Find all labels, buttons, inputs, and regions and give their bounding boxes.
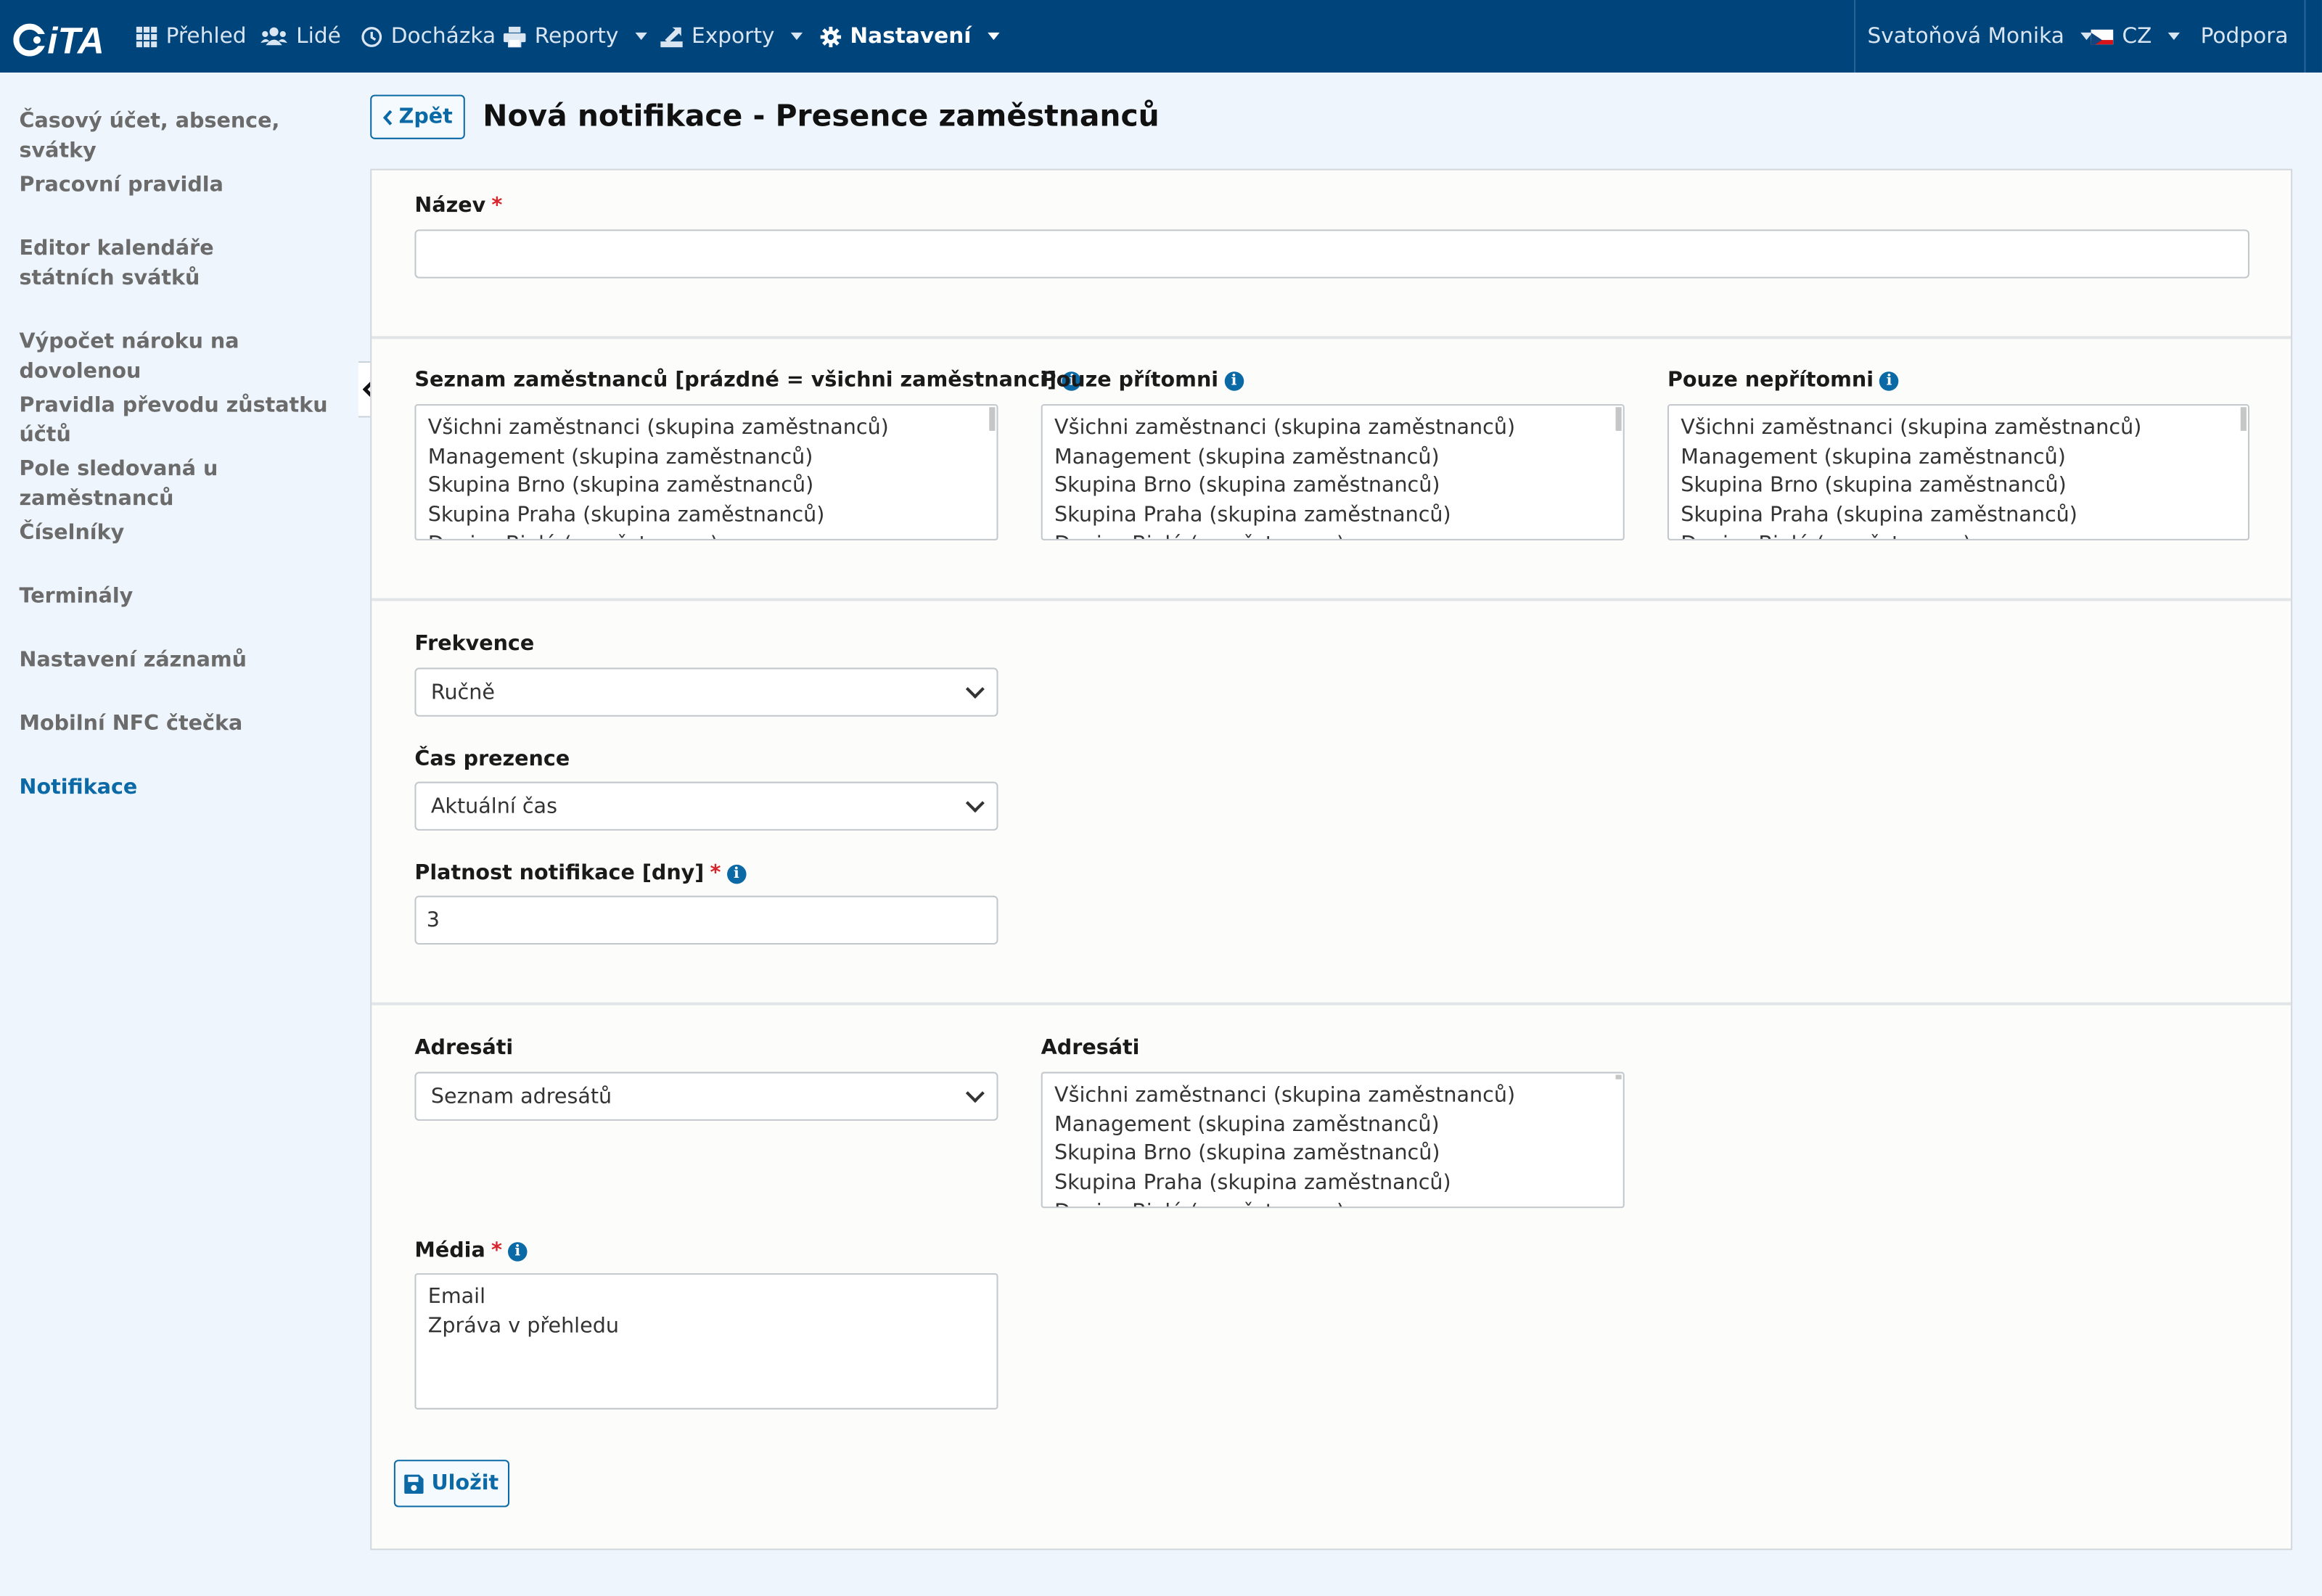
nav-exporty[interactable]: Exporty (660, 0, 803, 73)
frequency-select[interactable]: Ručně (414, 667, 998, 717)
chevron-down-icon (965, 1084, 985, 1103)
list-option[interactable]: Denisa Bielá (zaměstnanec) (1054, 531, 1611, 539)
employees-list-label: Seznam zaměstnanců [prázdné = všichni za… (414, 369, 1082, 392)
name-label: Název * (414, 194, 503, 218)
sidebar-item-nfc-reader[interactable]: Mobilní NFC čtečka (20, 709, 348, 739)
language-menu[interactable]: CZ (2091, 0, 2181, 73)
list-option[interactable]: Management (skupina zaměstnanců) (428, 444, 985, 473)
media-label: Média * i (414, 1239, 528, 1263)
notification-form: Název * Seznam zaměstnanců [prázdné = vši… (370, 168, 2293, 1550)
list-option[interactable]: Management (skupina zaměstnanců) (1681, 444, 2236, 473)
svg-text:iTA: iTA (47, 20, 104, 59)
sidebar-item-codebooks[interactable]: Číselníky (20, 518, 348, 548)
info-icon[interactable]: i (508, 1241, 528, 1261)
absent-only-multiselect[interactable]: Všichni zaměstnanci (skupina zaměstnanců… (1667, 404, 2249, 540)
users-icon (260, 25, 287, 48)
list-option[interactable]: Denisa Bielá (zaměstnanec) (428, 531, 985, 539)
frequency-label: Frekvence (414, 632, 535, 657)
list-option[interactable]: Skupina Praha (skupina zaměstnanců) (1054, 1169, 1611, 1198)
nav-lide[interactable]: Lidé (260, 0, 341, 73)
list-option[interactable]: Všichni zaměstnanci (skupina zaměstnanců… (428, 414, 985, 443)
media-multiselect[interactable]: Email Zpráva v přehledu (414, 1273, 998, 1410)
section-divider (372, 598, 2292, 601)
list-option[interactable]: Skupina Praha (skupina zaměstnanců) (428, 502, 985, 531)
support-link[interactable]: Podpora (2201, 0, 2289, 73)
nav-prehled[interactable]: Přehled (135, 0, 247, 73)
present-only-label: Pouze přítomni i (1041, 369, 1244, 392)
list-option[interactable]: Denisa Bielá (zaměstnanec) (1681, 531, 2236, 539)
chevron-down-icon (965, 680, 985, 699)
sidebar-item-terminals[interactable]: Terminály (20, 582, 348, 612)
navbar-divider (2304, 0, 2306, 73)
sidebar-item-vacation-entitlement[interactable]: Výpočet nároku na dovolenou (20, 327, 348, 387)
czech-flag-icon (2091, 28, 2114, 44)
navbar-divider (1854, 0, 1856, 73)
sidebar-item-time-account[interactable]: Časový účet, absence, svátky (20, 107, 348, 166)
floppy-disk-icon (404, 1473, 424, 1494)
name-input[interactable] (414, 229, 2249, 279)
nav-nastaveni[interactable]: Nastavení (819, 0, 1000, 73)
section-divider (372, 1002, 2292, 1005)
list-option[interactable]: Skupina Praha (skupina zaměstnanců) (1681, 502, 2236, 531)
sidebar-item-employee-fields[interactable]: Pole sledovaná u zaměstnanců (20, 455, 348, 514)
user-menu[interactable]: Svatoňová Monika (1867, 0, 2093, 73)
gear-icon (819, 25, 842, 48)
required-marker: * (710, 861, 721, 886)
scrollbar[interactable] (1615, 1074, 1622, 1079)
required-marker: * (491, 194, 503, 218)
presence-time-select[interactable]: Aktuální čas (414, 781, 998, 831)
list-option[interactable]: Management (skupina zaměstnanců) (1054, 444, 1611, 473)
clock-icon (360, 25, 382, 48)
grid-icon (135, 25, 157, 48)
list-option[interactable]: Skupina Brno (skupina zaměstnanců) (1681, 473, 2236, 502)
list-option[interactable]: Skupina Brno (skupina zaměstnanců) (1054, 473, 1611, 502)
recipients-list-label: Adresáti (1041, 1036, 1140, 1061)
sidebar-item-record-settings[interactable]: Nastavení záznamů (20, 646, 348, 675)
list-option[interactable]: Skupina Brno (skupina zaměstnanců) (428, 473, 985, 502)
chevron-left-icon (383, 109, 393, 125)
employees-multiselect[interactable]: Všichni zaměstnanci (skupina zaměstnanců… (414, 404, 998, 540)
info-icon[interactable]: i (726, 863, 747, 884)
nav-dochazka[interactable]: Docházka (360, 0, 496, 73)
absent-only-label: Pouze nepřítomni i (1667, 369, 1899, 392)
validity-days-input[interactable]: 3 (414, 895, 998, 945)
list-option[interactable]: Všichni zaměstnanci (skupina zaměstnanců… (1054, 414, 1611, 443)
list-option[interactable]: Zpráva v přehledu (428, 1313, 985, 1342)
app-logo[interactable]: iTA (13, 17, 111, 59)
list-option[interactable]: Management (skupina zaměstnanců) (1054, 1111, 1611, 1140)
scrollbar[interactable] (2240, 407, 2247, 431)
page-title: Nová notifikace - Presence zaměstnanců (483, 97, 1160, 133)
export-icon (660, 25, 683, 48)
sidebar-item-balance-transfer[interactable]: Pravidla převodu zůstatku účtů (20, 391, 354, 451)
save-button[interactable]: Uložit (393, 1460, 510, 1507)
list-option[interactable]: Všichni zaměstnanci (skupina zaměstnanců… (1054, 1082, 1611, 1111)
list-option[interactable]: Denisa Bielá (zaměstnanec) (1054, 1199, 1611, 1207)
info-icon[interactable]: i (1879, 371, 1899, 390)
recipients-type-label: Adresáti (414, 1036, 514, 1061)
section-divider (372, 336, 2292, 340)
chevron-down-icon (965, 794, 985, 813)
nav-reporty[interactable]: Reporty (503, 0, 647, 73)
list-option[interactable]: Skupina Brno (skupina zaměstnanců) (1054, 1140, 1611, 1169)
printer-icon (503, 25, 526, 48)
present-only-multiselect[interactable]: Všichni zaměstnanci (skupina zaměstnanců… (1041, 404, 1625, 540)
list-option[interactable]: Email (428, 1283, 985, 1312)
validity-label: Platnost notifikace [dny] * i (414, 861, 747, 886)
sidebar-item-notifications[interactable]: Notifikace (20, 773, 348, 802)
settings-sidebar: Časový účet, absence, svátky Pracovní pr… (0, 73, 358, 1596)
list-option[interactable]: Všichni zaměstnanci (skupina zaměstnanců… (1681, 414, 2236, 443)
list-option[interactable]: Skupina Praha (skupina zaměstnanců) (1054, 502, 1611, 531)
top-navbar: iTA Přehled Lidé Docházka Reporty Export… (0, 0, 2322, 73)
sidebar-item-holiday-calendar[interactable]: Editor kalendáře státních svátků (20, 234, 316, 293)
recipients-multiselect[interactable]: Všichni zaměstnanci (skupina zaměstnanců… (1041, 1071, 1625, 1209)
required-marker: * (491, 1239, 502, 1263)
info-icon[interactable]: i (1224, 371, 1244, 390)
sidebar-item-work-rules[interactable]: Pracovní pravidla (20, 170, 348, 200)
recipients-type-select[interactable]: Seznam adresátů (414, 1071, 998, 1121)
scrollbar[interactable] (989, 407, 996, 431)
scrollbar[interactable] (1615, 407, 1622, 431)
back-button[interactable]: Zpět (370, 94, 465, 139)
presence-time-label: Čas prezence (414, 747, 570, 772)
